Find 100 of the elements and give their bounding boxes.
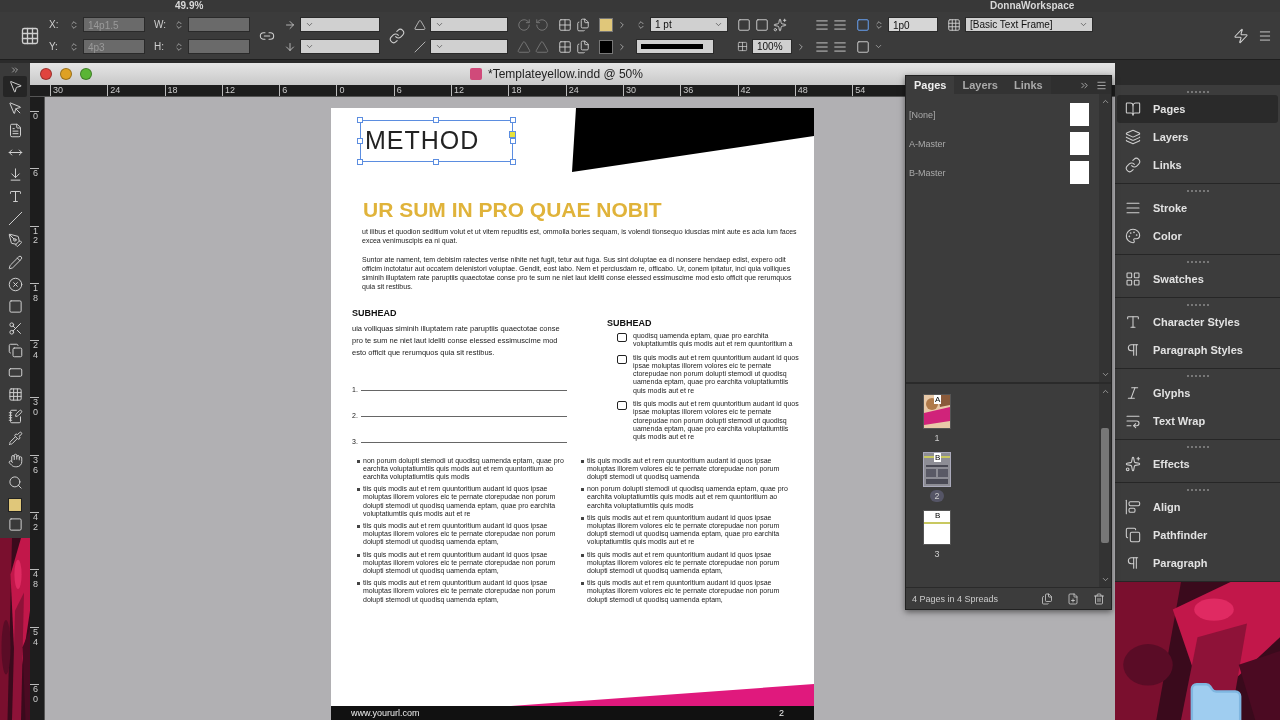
trash-icon[interactable]: [1093, 592, 1105, 605]
dropdown-field[interactable]: [300, 17, 380, 32]
link-icon[interactable]: [1125, 157, 1141, 173]
new-page-icon[interactable]: [1067, 592, 1079, 605]
effects-icon[interactable]: [773, 17, 787, 32]
fill-swatch[interactable]: [599, 17, 613, 32]
dock-item[interactable]: Pathfinder: [1117, 521, 1278, 549]
grid-icon[interactable]: [1125, 271, 1141, 287]
chain-icon[interactable]: [389, 27, 405, 44]
selection-handle[interactable]: [510, 159, 516, 165]
letter-icon[interactable]: [1125, 314, 1141, 330]
dropdown-field[interactable]: [300, 39, 380, 54]
angle-icon[interactable]: [414, 18, 426, 31]
close-button[interactable]: [40, 68, 52, 80]
caret-icon[interactable]: [714, 20, 723, 29]
book-icon[interactable]: [1125, 101, 1141, 117]
master-thumbnail[interactable]: [1070, 103, 1089, 126]
align-icon[interactable]: [1125, 499, 1141, 515]
selection-handle[interactable]: [357, 138, 363, 144]
spinner-icon[interactable]: [69, 41, 79, 52]
reference-point-icon[interactable]: [20, 25, 40, 46]
spinner-icon[interactable]: [174, 19, 184, 30]
dock-item[interactable]: Stroke: [1117, 194, 1278, 222]
page-thumbnail[interactable]: B: [923, 510, 951, 545]
checkbox[interactable]: [617, 333, 627, 342]
checkbox[interactable]: [617, 401, 627, 411]
panel-tab[interactable]: Pages: [906, 76, 955, 94]
expand-icon[interactable]: [10, 65, 20, 75]
layers-icon[interactable]: [1125, 129, 1141, 145]
align-icon[interactable]: [833, 39, 847, 54]
zoom-level[interactable]: 49.9%: [175, 0, 204, 12]
shear-icon[interactable]: [414, 40, 426, 53]
dropdown-field[interactable]: [430, 39, 508, 54]
spinner-icon[interactable]: [874, 19, 884, 30]
master-thumbnail[interactable]: [1070, 161, 1089, 184]
dock-item[interactable]: Align: [1117, 493, 1278, 521]
object-style-dropdown[interactable]: [Basic Text Frame]: [965, 17, 1093, 32]
dock-item[interactable]: Effects: [1117, 450, 1278, 478]
sparkles-icon[interactable]: [1125, 456, 1141, 472]
pilcrow-icon[interactable]: [1125, 555, 1141, 571]
frame-icon[interactable]: [737, 17, 751, 32]
dock-item[interactable]: Pages: [1117, 95, 1278, 123]
caret-icon[interactable]: [305, 42, 314, 51]
selection-handle[interactable]: [433, 159, 439, 165]
fill-swatch[interactable]: [8, 498, 22, 512]
frame-icon[interactable]: [856, 17, 870, 32]
dropdown-field[interactable]: [430, 17, 508, 32]
italic-icon[interactable]: [1125, 385, 1141, 401]
scroll-up-icon[interactable]: [1100, 387, 1110, 396]
pilcrow-icon[interactable]: [1125, 342, 1141, 358]
heading-text-frame[interactable]: METHOD: [360, 120, 513, 162]
scroll-up-icon[interactable]: [1100, 97, 1110, 106]
selection-handle[interactable]: [510, 117, 516, 123]
caret-icon[interactable]: [874, 42, 883, 51]
panel-tab[interactable]: Layers: [954, 76, 1006, 94]
inset-field[interactable]: 1p0: [888, 17, 938, 32]
palette-icon[interactable]: [1125, 228, 1141, 244]
spinner-icon[interactable]: [174, 41, 184, 52]
dock-item[interactable]: Layers: [1117, 123, 1278, 151]
page-number[interactable]: 2: [930, 490, 944, 502]
dock-item[interactable]: Links: [1117, 151, 1278, 179]
master-label[interactable]: B-Master: [909, 167, 946, 178]
page-number[interactable]: 1: [930, 432, 944, 444]
caret-icon[interactable]: [435, 42, 444, 51]
opacity-field[interactable]: 100%: [752, 39, 792, 54]
lightning-icon[interactable]: [1233, 27, 1249, 44]
master-label[interactable]: A-Master: [909, 138, 946, 149]
workspace-name[interactable]: DonnaWorkspace: [990, 0, 1075, 12]
page-number[interactable]: 3: [930, 548, 944, 560]
page-thumbnail[interactable]: A: [923, 394, 951, 429]
spinner-icon[interactable]: [636, 19, 646, 30]
stroke-type-dropdown[interactable]: [636, 39, 714, 54]
caret-icon[interactable]: [435, 20, 444, 29]
selection-handle[interactable]: [510, 138, 516, 144]
panel-tab[interactable]: Links: [1005, 76, 1051, 94]
menu-icon[interactable]: [1096, 79, 1107, 91]
menu-icon[interactable]: [1258, 28, 1272, 43]
dock-item[interactable]: Glyphs: [1117, 379, 1278, 407]
columns-icon[interactable]: [815, 17, 829, 32]
caret-icon[interactable]: [1079, 20, 1088, 29]
selection-handle[interactable]: [357, 117, 363, 123]
frame-icon[interactable]: [755, 17, 769, 32]
dock-item[interactable]: Text Wrap: [1117, 407, 1278, 435]
pages-icon[interactable]: [1041, 592, 1053, 605]
page-thumbnail[interactable]: B: [923, 452, 951, 487]
dock-item[interactable]: Character Styles: [1117, 308, 1278, 336]
scrollbar-thumb[interactable]: [1101, 428, 1109, 543]
dock-item[interactable]: Color: [1117, 222, 1278, 250]
master-label[interactable]: [None]: [909, 109, 936, 120]
spinner-icon[interactable]: [69, 19, 79, 30]
minimize-button[interactable]: [60, 68, 72, 80]
stroke-weight-dropdown[interactable]: 1 pt: [650, 17, 728, 32]
align-icon[interactable]: [815, 39, 829, 54]
overlap-icon[interactable]: [1125, 527, 1141, 543]
wrap-icon[interactable]: [1125, 413, 1141, 429]
scroll-down-icon[interactable]: [1100, 575, 1110, 584]
caret-icon[interactable]: [305, 20, 314, 29]
stroke-swatch[interactable]: [599, 39, 613, 54]
dock-item[interactable]: Paragraph: [1117, 549, 1278, 577]
checkbox[interactable]: [617, 354, 627, 364]
